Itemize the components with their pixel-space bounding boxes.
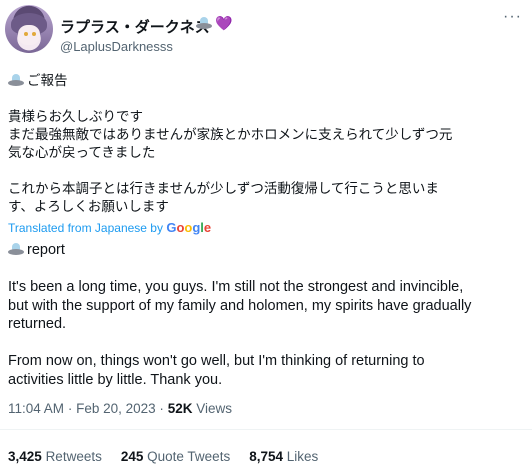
tweet-text-translated: report It's been a long time, you guys. …	[8, 241, 528, 389]
tweet-heading-line: ご報告	[8, 72, 524, 90]
ufo-icon	[8, 72, 24, 88]
divider	[0, 429, 532, 430]
translated-line: It's been a long time, you guys. I'm sti…	[8, 279, 464, 295]
likes-count: 8,754	[249, 449, 283, 464]
meta-separator: ·	[159, 401, 164, 416]
tweet-meta: 11:04 AM · Feb 20, 2023 · 52K Views	[8, 401, 232, 416]
quote-tweets-stat[interactable]: 245 Quote Tweets	[121, 449, 230, 464]
tweet-line: 気な心が戻ってきました	[8, 145, 156, 161]
retweets-stat[interactable]: 3,425 Retweets	[8, 449, 102, 464]
translated-line: returned.	[8, 316, 67, 332]
tweet-date[interactable]: Feb 20, 2023	[76, 401, 156, 416]
avatar-eye	[24, 32, 28, 36]
likes-label: Likes	[286, 449, 319, 464]
ufo-icon	[8, 241, 24, 257]
retweets-label: Retweets	[45, 449, 102, 464]
name-badges: 💜	[196, 15, 232, 31]
translated-line: but with the support of my family and ho…	[8, 297, 472, 314]
tweet-heading: ご報告	[27, 73, 68, 89]
translated-by-link[interactable]: Translated from Japanese by Google	[8, 220, 211, 235]
avatar-eye	[32, 32, 36, 36]
views-count: 52K	[167, 401, 193, 416]
tweet-text-original: ご報告 貴様らお久しぶりです まだ最強無敵ではありませんが家族とかホロメンに支え…	[8, 72, 524, 216]
translated-heading: report	[27, 242, 65, 258]
translated-label: Translated from Japanese by	[8, 221, 163, 235]
meta-separator: ·	[67, 401, 73, 416]
ufo-icon	[196, 15, 212, 31]
avatar-face	[18, 25, 40, 45]
purple-heart-icon: 💜	[215, 15, 233, 31]
display-name[interactable]: ラプラス・ダークネス	[60, 16, 210, 37]
retweets-count: 3,425	[8, 449, 42, 464]
tweet-line: 貴様らお久しぶりです	[8, 109, 143, 125]
avatar[interactable]	[5, 5, 53, 53]
more-options-icon[interactable]: ···	[503, 8, 522, 26]
tweet-time[interactable]: 11:04 AM	[8, 401, 64, 416]
tweet: ラプラス・ダークネス 💜 @LaplusDarknesss ··· ご報告 貴様…	[0, 0, 532, 475]
views-label: Views	[196, 401, 232, 416]
quote-tweets-count: 245	[120, 449, 144, 464]
google-logo: Google	[166, 220, 212, 235]
tweet-line: す、よろしくお願いします	[8, 199, 169, 215]
tweet-line: まだ最強無敵ではありませんが家族とかホロメンに支えられて少しずつ元	[8, 127, 453, 143]
quote-tweets-label: Quote Tweets	[147, 449, 231, 464]
translated-line: activities little by little. Thank you.	[8, 371, 223, 388]
translated-line: From now on, things won't go well, but I…	[8, 353, 425, 369]
tweet-line: これから本調子とは行きませんが少しずつ活動復帰して行こうと思いま	[8, 181, 439, 197]
engagement-stats: 3,425 Retweets 245 Quote Tweets 8,754 Li…	[8, 449, 318, 464]
translated-heading-line: report	[8, 241, 528, 260]
user-handle[interactable]: @LaplusDarknesss	[60, 39, 173, 54]
likes-stat[interactable]: 8,754 Likes	[249, 449, 318, 464]
